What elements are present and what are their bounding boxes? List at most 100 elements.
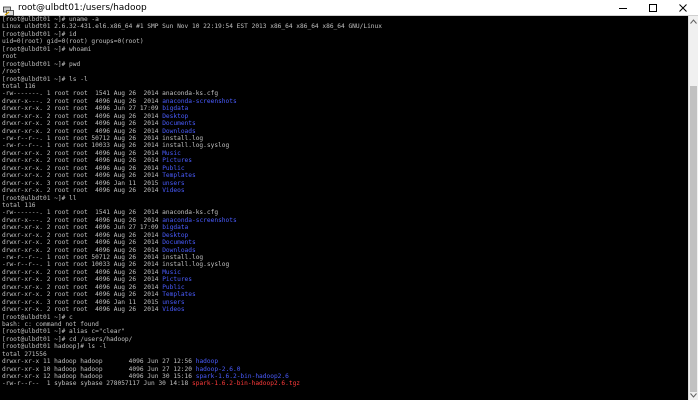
terminal-text: -rw-r--r--. 1 root root 10033 Aug 26 201… bbox=[2, 261, 230, 269]
archive-file-name: spark-1.6.2-bin-hadoop2.6.tgz bbox=[192, 380, 301, 388]
terminal-text: drwxr-xr-x. 2 root root 4096 Aug 26 2014 bbox=[2, 268, 163, 276]
terminal-text: drwxr-xr-x. 2 root root 4096 Aug 26 2014 bbox=[2, 164, 163, 172]
terminal-text: total 271556 bbox=[2, 350, 47, 358]
terminal-text: [root@ulbdt01 ~]# ls -l bbox=[2, 75, 88, 83]
terminal-line: drwxr-xr-x. 2 root root 4096 Aug 26 2014… bbox=[2, 157, 688, 164]
terminal-line: total 116 bbox=[2, 202, 688, 209]
terminal-text: [root@ulbdt01 ~]# id bbox=[2, 30, 77, 38]
terminal-text: [root@ulbdt01 ~]# pwd bbox=[2, 60, 81, 68]
terminal-text: total 116 bbox=[2, 201, 36, 209]
terminal-line: -rw-r--r--. 1 root root 10033 Aug 26 201… bbox=[2, 142, 688, 149]
terminal-text: [root@ulbdt01 ~]# ll bbox=[2, 194, 77, 202]
directory-name: Downloads bbox=[162, 127, 196, 135]
terminal-line: [root@ulbdt01 ~]# whoami bbox=[2, 46, 688, 53]
directory-name: Templates bbox=[162, 172, 196, 180]
terminal-line: [root@ulbdt01 ~]# uname -a bbox=[2, 16, 688, 23]
terminal-line: drwxr-xr-x. 2 root root 4096 Aug 26 2014… bbox=[2, 291, 688, 298]
terminal-line: root bbox=[2, 53, 688, 60]
terminal-text: [root@ulbdt01 ~]# cd /users/hadoop/ bbox=[2, 335, 133, 343]
directory-name: unsers bbox=[162, 179, 185, 187]
terminal-line: drwxr-xr-x. 2 root root 4096 Aug 26 2014… bbox=[2, 165, 688, 172]
terminal-line: drwxr-xr-x. 2 root root 4096 Aug 26 2014… bbox=[2, 247, 688, 254]
chevron-up-icon bbox=[690, 18, 697, 24]
terminal-text: bash: c: command not found bbox=[2, 320, 99, 328]
terminal-text: drwxr-xr-x. 2 root root 4096 Aug 26 2014 bbox=[2, 112, 163, 120]
terminal-text: drwxr-xr-x. 2 root root 4096 Aug 26 2014 bbox=[2, 231, 163, 239]
terminal-line: drwxr-xr-x. 2 root root 4096 Aug 26 2014… bbox=[2, 150, 688, 157]
terminal-line: drwxr-x---. 2 root root 4096 Aug 26 2014… bbox=[2, 217, 688, 224]
vertical-scrollbar[interactable] bbox=[688, 16, 698, 400]
terminal-line: -rw-------. 1 root root 1541 Aug 26 2014… bbox=[2, 209, 688, 216]
terminal-line: -rw-r--r--. 1 root root 50712 Aug 26 201… bbox=[2, 254, 688, 261]
terminal-line: [root@ulbdt01 ~]# c bbox=[2, 314, 688, 321]
terminal-line: drwxr-xr-x. 2 root root 4096 Aug 26 2014… bbox=[2, 232, 688, 239]
terminal-text: /root bbox=[2, 68, 21, 76]
minimize-icon bbox=[619, 7, 627, 9]
terminal-line: -rw-------. 1 root root 1541 Aug 26 2014… bbox=[2, 90, 688, 97]
terminal-text: drwxr-xr-x. 2 root root 4096 Aug 26 2014 bbox=[2, 246, 163, 254]
directory-name: Pictures bbox=[162, 276, 192, 284]
terminal-line: drwxr-xr-x. 2 root root 4096 Aug 26 2014… bbox=[2, 276, 688, 283]
terminal-line: drwxr-xr-x 11 hadoop hadoop 4096 Jun 27 … bbox=[2, 358, 688, 365]
minimize-button[interactable] bbox=[608, 0, 638, 15]
directory-name: Documents bbox=[162, 120, 196, 128]
terminal-line: -rw-r--r--. 1 root root 10033 Aug 26 201… bbox=[2, 261, 688, 268]
directory-name: hadoop-2.6.0 bbox=[195, 365, 241, 373]
directory-name: Music bbox=[162, 149, 181, 157]
close-icon bbox=[679, 3, 687, 12]
terminal-line: Linux ulbdt01 2.6.32-431.el6.x86_64 #1 S… bbox=[2, 23, 688, 30]
terminal-line: drwxr-xr-x. 2 root root 4096 Aug 26 2014… bbox=[2, 187, 688, 194]
directory-name: hadoop bbox=[195, 358, 219, 366]
terminal-line: [root@ulbdt01 ~]# alias c="clear" bbox=[2, 328, 688, 335]
terminal-text: drwxr-xr-x. 2 root root 4096 Aug 26 2014 bbox=[2, 172, 163, 180]
terminal-text: [root@ulbdt01 ~]# c bbox=[2, 313, 73, 321]
terminal-text: drwxr-xr-x. 2 root root 4096 Aug 26 2014 bbox=[2, 127, 163, 135]
directory-name: Public bbox=[162, 164, 185, 172]
terminal-text: [root@ulbdt01 ~]# alias c="clear" bbox=[2, 328, 125, 336]
terminal-line: [root@ulbdt01 ~]# ll bbox=[2, 195, 688, 202]
window-title: root@ulbdt01:/users/hadoop bbox=[18, 3, 147, 13]
terminal-line: [root@ulbdt01 ~]# cd /users/hadoop/ bbox=[2, 336, 688, 343]
title-bar[interactable]: root@ulbdt01:/users/hadoop bbox=[0, 0, 698, 16]
terminal-text: [root@ulbdt01 ~]# whoami bbox=[2, 45, 92, 53]
terminal-line: drwxr-xr-x 10 hadoop hadoop 4096 Jun 27 … bbox=[2, 366, 688, 373]
terminal-text: drwxr-xr-x. 2 root root 4096 Aug 26 2014 bbox=[2, 283, 163, 291]
terminal-text: drwxr-xr-x. 3 root root 4096 Jan 11 2015 bbox=[2, 298, 163, 306]
terminal-line: drwxr-xr-x. 2 root root 4096 Jun 27 17:0… bbox=[2, 105, 688, 112]
terminal-line: drwxr-xr-x 12 hadoop hadoop 4096 Jun 30 … bbox=[2, 373, 688, 380]
directory-name: Pictures bbox=[162, 157, 192, 165]
terminal-text: [root@ulbdt01 hadoop]# ls -l bbox=[2, 343, 107, 351]
terminal-text: drwxr-xr-x 11 hadoop hadoop 4096 Jun 27 … bbox=[2, 358, 196, 366]
terminal-line: -rw-r--r--. 1 root root 50712 Aug 26 201… bbox=[2, 135, 688, 142]
terminal-output[interactable]: [root@ulbdt01 ~]# uname -a Linux ulbdt01 … bbox=[0, 16, 688, 400]
scroll-down-button[interactable] bbox=[689, 390, 698, 400]
scrollbar-thumb[interactable] bbox=[690, 86, 697, 392]
directory-name: Documents bbox=[162, 239, 196, 247]
terminal-text: drwxr-xr-x. 3 root root 4096 Jan 11 2015 bbox=[2, 179, 163, 187]
terminal-text: drwxr-xr-x 10 hadoop hadoop 4096 Jun 27 … bbox=[2, 365, 196, 373]
terminal-line: drwxr-xr-x. 2 root root 4096 Aug 26 2014… bbox=[2, 172, 688, 179]
terminal-line: uid=0(root) gid=0(root) groups=0(root) bbox=[2, 38, 688, 45]
terminal-text: root bbox=[2, 53, 17, 61]
terminal-text: [root@ulbdt01 ~]# uname -a bbox=[2, 16, 99, 23]
directory-name: Downloads bbox=[162, 246, 196, 254]
close-button[interactable] bbox=[668, 0, 698, 15]
terminal-line: drwxr-xr-x. 2 root root 4096 Aug 26 2014… bbox=[2, 113, 688, 120]
terminal-text: drwxr-xr-x. 2 root root 4096 Aug 26 2014 bbox=[2, 276, 163, 284]
terminal-text: drwxr-xr-x. 2 root root 4096 Aug 26 2014 bbox=[2, 291, 163, 299]
terminal-text: drwxr-xr-x. 2 root root 4096 Aug 26 2014 bbox=[2, 120, 163, 128]
terminal-text: drwxr-x---. 2 root root 4096 Aug 26 2014 bbox=[2, 216, 163, 224]
terminal-text: -rw-r--r--. 1 root root 50712 Aug 26 201… bbox=[2, 254, 204, 261]
terminal-line: drwxr-xr-x. 3 root root 4096 Jan 11 2015… bbox=[2, 299, 688, 306]
terminal-text: drwxr-xr-x. 2 root root 4096 Aug 26 2014 bbox=[2, 306, 163, 314]
directory-name: Videos bbox=[162, 306, 185, 314]
terminal-line: -rw-r--r-- 1 sybase sybase 278057117 Jun… bbox=[2, 380, 688, 387]
maximize-button[interactable] bbox=[638, 0, 668, 15]
directory-name: Public bbox=[162, 283, 185, 291]
terminal-text: total 116 bbox=[2, 82, 36, 90]
scroll-up-button[interactable] bbox=[689, 16, 698, 26]
directory-name: Desktop bbox=[162, 112, 189, 120]
maximize-icon bbox=[649, 3, 657, 12]
putty-icon[interactable] bbox=[3, 2, 14, 16]
terminal-line: drwxr-xr-x. 2 root root 4096 Aug 26 2014… bbox=[2, 128, 688, 135]
